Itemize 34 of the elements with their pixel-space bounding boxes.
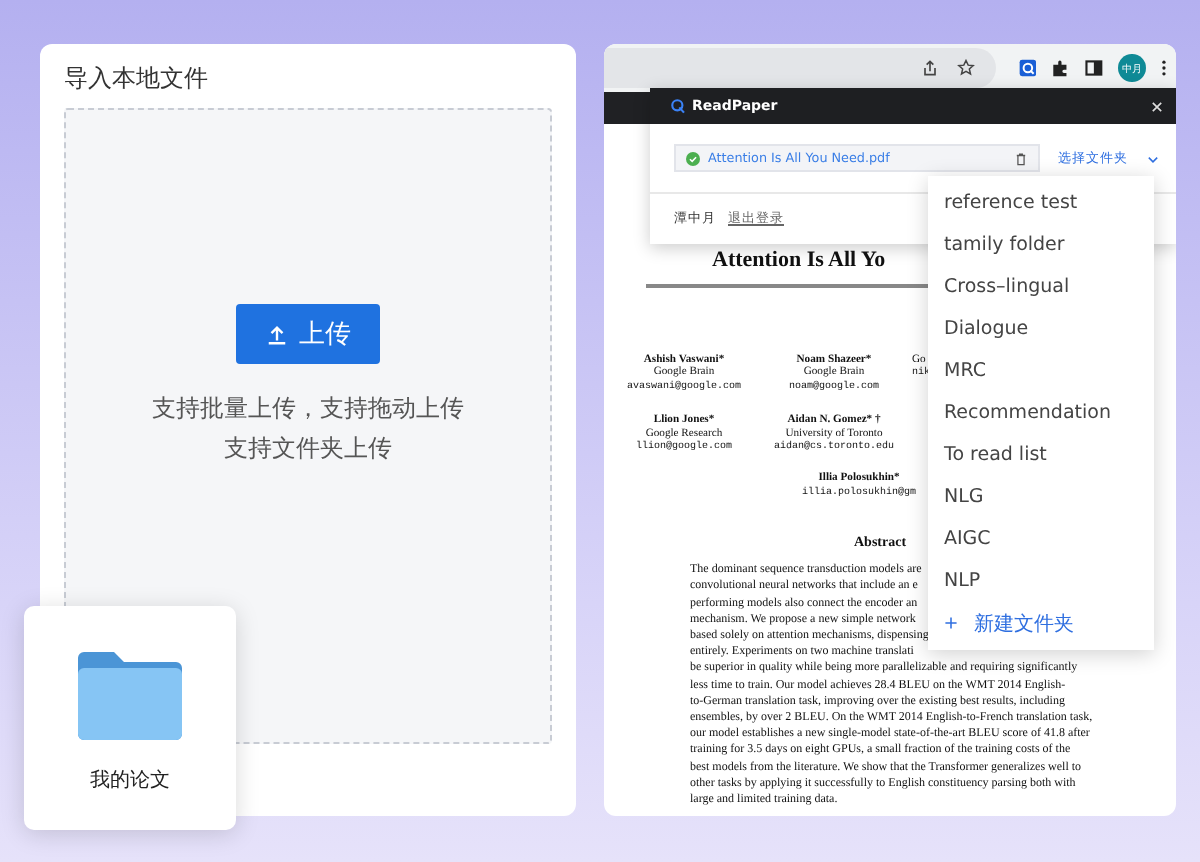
upload-icon [265,323,287,345]
check-icon [686,151,700,165]
folder-option[interactable]: AIGC [928,518,1154,560]
share-icon[interactable] [919,58,940,78]
paper-title: Attention Is All Yo [712,248,888,272]
folder-option[interactable]: MRC [928,350,1154,392]
folder-option[interactable]: Recommendation [928,392,1154,434]
side-panel-icon[interactable] [1084,58,1105,78]
folder-icon [74,650,186,742]
trash-icon[interactable] [1014,151,1028,165]
drop-zone[interactable]: 上传 支持批量上传，支持拖动上传 支持文件夹上传 [64,108,552,744]
folder-option[interactable]: Cross–lingual [928,266,1154,308]
puzzle-icon[interactable] [1050,58,1071,78]
extension-icon[interactable] [1017,58,1037,78]
chevron-icon[interactable] [1146,151,1160,165]
folder-option[interactable]: Dialogue [928,308,1154,350]
folder-option[interactable]: To read list [928,434,1154,476]
panel-title: 导入本地文件 [64,62,210,96]
folder-card[interactable]: 我的论文 [24,606,236,830]
star-icon[interactable] [955,58,976,78]
folder-option[interactable]: reference test [928,182,1154,224]
upload-hint: 支持文件夹上传 [224,432,392,466]
new-folder-item[interactable]: 新建文件夹 [928,602,1154,644]
plus-icon [944,616,958,630]
menu-icon[interactable] [1160,58,1169,78]
logo-icon [670,98,686,114]
close-icon[interactable] [1150,99,1164,113]
upload-hint: 支持批量上传，支持拖动上传 [152,392,464,426]
folder-option[interactable]: tamily folder [928,224,1154,266]
folder-option[interactable]: NLG [928,476,1154,518]
folder-name: 我的论文 [90,767,170,794]
upload-button[interactable]: 上传 [236,304,380,364]
new-folder-label: 新建文件夹 [974,611,1074,637]
folder-option[interactable]: NLP [928,560,1154,602]
